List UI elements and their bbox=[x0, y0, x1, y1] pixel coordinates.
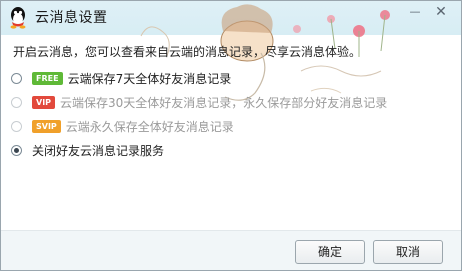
option-free[interactable]: FREE 云端保存7天全体好友消息记录 bbox=[11, 69, 231, 87]
svip-badge: SVIP bbox=[32, 119, 61, 133]
option-free-label: 云端保存7天全体好友消息记录 bbox=[67, 71, 232, 86]
radio-svip[interactable] bbox=[11, 120, 22, 132]
qq-penguin-icon bbox=[10, 7, 26, 29]
radio-disable-service[interactable] bbox=[11, 144, 22, 156]
option-svip-label: 云端永久保存全体好友消息记录 bbox=[65, 119, 234, 134]
option-disable-label: 关闭好友云消息记录服务 bbox=[32, 143, 165, 158]
window-title: 云消息设置 bbox=[35, 10, 108, 26]
ok-button[interactable]: 确定 bbox=[295, 240, 365, 264]
option-svip[interactable]: SVIP 云端永久保存全体好友消息记录 bbox=[11, 117, 234, 135]
option-vip[interactable]: VIP 云端保存30天全体好友消息记录，永久保存部分好友消息记录 bbox=[11, 93, 387, 111]
option-vip-label: 云端保存30天全体好友消息记录，永久保存部分好友消息记录 bbox=[60, 95, 388, 110]
radio-vip[interactable] bbox=[11, 96, 22, 108]
cancel-button[interactable]: 取消 bbox=[373, 240, 443, 264]
close-button[interactable]: ✕ bbox=[433, 5, 449, 19]
option-disable-service[interactable]: 关闭好友云消息记录服务 bbox=[11, 141, 164, 159]
free-badge: FREE bbox=[32, 71, 63, 85]
description-text: 开启云消息，您可以查看来自云端的消息记录，尽享云消息体验。 bbox=[13, 45, 362, 59]
minimize-button[interactable]: — bbox=[407, 5, 423, 19]
cloud-message-settings-window: 云消息设置 — ✕ 开启云消息，您可以查看来自云端的消息记录，尽享云消息体验。 … bbox=[0, 0, 462, 271]
vip-badge: VIP bbox=[32, 95, 56, 109]
radio-free[interactable] bbox=[11, 72, 22, 84]
